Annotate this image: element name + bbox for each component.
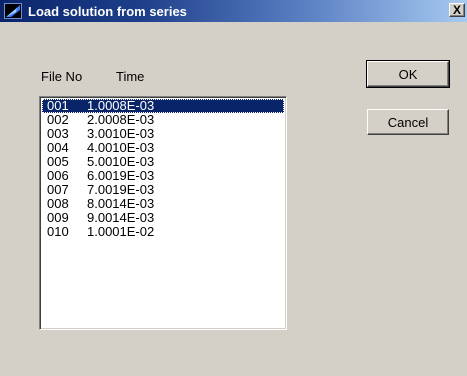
file-no-cell: 006 bbox=[47, 168, 69, 183]
list-item[interactable]: 004 4.0010E-03 bbox=[42, 141, 284, 155]
file-no-cell: 004 bbox=[47, 140, 69, 155]
time-cell: 5.0010E-03 bbox=[87, 154, 155, 169]
list-item[interactable]: 007 7.0019E-03 bbox=[42, 183, 284, 197]
time-cell: 7.0019E-03 bbox=[87, 182, 155, 197]
file-no-cell: 008 bbox=[47, 196, 69, 211]
file-list[interactable]: 001 1.0008E-03 002 2.0008E-03 003 3.0010E-03 0… bbox=[39, 96, 287, 330]
file-no-cell: 007 bbox=[47, 182, 69, 197]
cancel-button[interactable]: Cancel bbox=[367, 109, 449, 135]
file-no-cell: 003 bbox=[47, 126, 69, 141]
file-no-cell: 010 bbox=[47, 224, 69, 239]
title-bar: Load solution from series X bbox=[0, 0, 467, 22]
file-no-cell: 001 bbox=[47, 98, 69, 113]
time-cell: 1.0001E-02 bbox=[87, 224, 155, 239]
time-cell: 3.0010E-03 bbox=[87, 126, 155, 141]
time-cell: 8.0014E-03 bbox=[87, 196, 155, 211]
time-cell: 6.0019E-03 bbox=[87, 168, 155, 183]
list-item[interactable]: 002 2.0008E-03 bbox=[42, 113, 284, 127]
list-item[interactable]: 006 6.0019E-03 bbox=[42, 169, 284, 183]
list-item[interactable]: 005 5.0010E-03 bbox=[42, 155, 284, 169]
close-icon[interactable]: X bbox=[449, 3, 465, 17]
time-cell: 1.0008E-03 bbox=[87, 98, 155, 113]
file-no-cell: 005 bbox=[47, 154, 69, 169]
list-item[interactable]: 003 3.0010E-03 bbox=[42, 127, 284, 141]
list-item[interactable]: 010 1.0001E-02 bbox=[42, 225, 284, 239]
time-cell: 4.0010E-03 bbox=[87, 140, 155, 155]
ok-button[interactable]: OK bbox=[366, 60, 450, 88]
file-no-cell: 002 bbox=[47, 112, 69, 127]
window-title: Load solution from series bbox=[28, 3, 187, 19]
time-cell: 9.0014E-03 bbox=[87, 210, 155, 225]
column-header-time: Time bbox=[116, 69, 145, 84]
file-no-cell: 009 bbox=[47, 210, 69, 225]
list-item[interactable]: 009 9.0014E-03 bbox=[42, 211, 284, 225]
list-item[interactable]: 008 8.0014E-03 bbox=[42, 197, 284, 211]
column-header-file-no: File No bbox=[41, 69, 83, 84]
app-logo-icon bbox=[4, 3, 22, 19]
time-cell: 2.0008E-03 bbox=[87, 112, 155, 127]
list-item[interactable]: 001 1.0008E-03 bbox=[42, 99, 284, 113]
